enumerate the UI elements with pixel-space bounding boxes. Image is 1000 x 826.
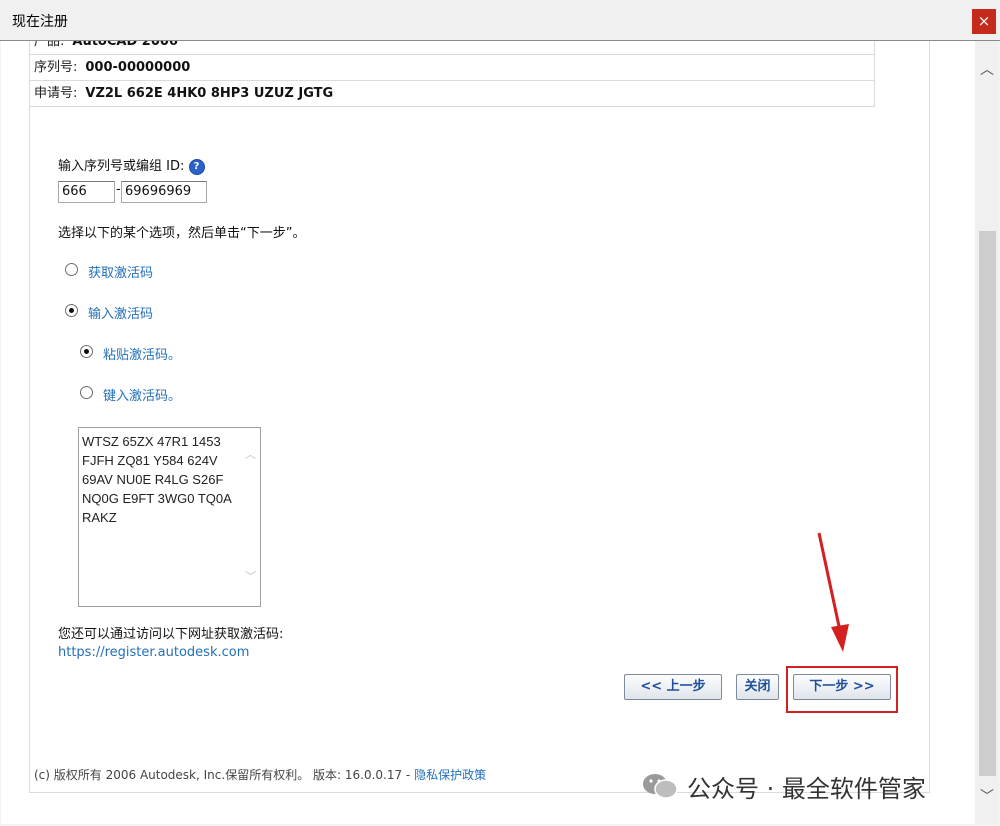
close-window-button[interactable]: × xyxy=(972,9,996,34)
info-value: VZ2L 662E 4HK0 8HP3 UZUZ JGTG xyxy=(85,86,334,101)
info-row-request-code: 申请号: VZ2L 662E 4HK0 8HP3 UZUZ JGTG xyxy=(29,81,875,107)
type-code-radio[interactable] xyxy=(80,386,93,399)
type-code-label[interactable]: 键入激活码。 xyxy=(103,385,181,404)
serial-label: 输入序列号或编组 ID: xyxy=(58,159,185,174)
info-label: 申请号: xyxy=(34,86,78,101)
paste-code-radio[interactable] xyxy=(80,345,93,358)
instruction-text: 选择以下的某个选项，然后单击“下一步”。 xyxy=(58,226,306,241)
window-title: 现在注册 xyxy=(12,14,68,30)
window-scrollbar[interactable]: ︿ ﹀ xyxy=(975,41,999,824)
activation-code-textarea[interactable]: WTSZ 65ZX 47R1 1453 FJFH ZQ81 Y584 624V … xyxy=(78,427,261,607)
enter-code-radio[interactable] xyxy=(65,304,78,317)
wechat-icon xyxy=(643,774,678,799)
serial-prefix-input[interactable]: 666 xyxy=(58,181,115,203)
product-info-table: 产品: AutoCAD 2006 序列号: 000-00000000 申请号: VZ2… xyxy=(29,41,875,107)
visit-text: 您还可以通过访问以下网址获取激活码: xyxy=(58,627,284,642)
copyright-text: (c) 版权所有 2006 Autodesk, Inc.保留所有权利。 版本: … xyxy=(34,768,415,782)
help-icon[interactable]: ? xyxy=(188,158,205,175)
activation-code-text: WTSZ 65ZX 47R1 1453 FJFH ZQ81 Y584 624V … xyxy=(82,434,232,525)
chevron-up-icon[interactable]: ︿ xyxy=(980,59,994,79)
get-code-label[interactable]: 获取激活码 xyxy=(88,262,153,281)
textarea-scrollbar[interactable]: ︿ ﹀ xyxy=(242,428,260,606)
info-value: AutoCAD 2006 xyxy=(72,41,178,49)
register-url-link[interactable]: https://register.autodesk.com xyxy=(58,645,249,660)
info-row-serial: 序列号: 000-00000000 xyxy=(29,55,875,81)
serial-separator: - xyxy=(116,182,121,197)
title-bar: 现在注册 × xyxy=(0,0,1000,41)
serial-number-input[interactable]: 69696969 xyxy=(121,181,207,203)
next-button-highlight xyxy=(786,666,898,713)
info-value: 000-00000000 xyxy=(85,60,191,75)
enter-code-label[interactable]: 输入激活码 xyxy=(88,303,153,322)
watermark-text: 公众号 · 最全软件管家 xyxy=(687,775,926,803)
dialog-content: 产品: AutoCAD 2006 序列号: 000-00000000 申请号: VZ2… xyxy=(1,41,975,824)
scrollbar-thumb[interactable] xyxy=(979,231,996,776)
info-label: 产品: xyxy=(34,41,65,49)
footer: (c) 版权所有 2006 Autodesk, Inc.保留所有权利。 版本: … xyxy=(34,766,486,783)
info-label: 序列号: xyxy=(34,60,78,75)
chevron-down-icon[interactable]: ﹀ xyxy=(980,786,994,806)
privacy-policy-link[interactable]: 隐私保护政策 xyxy=(414,768,486,782)
back-button[interactable]: << 上一步 xyxy=(624,674,722,700)
close-button[interactable]: 关闭 xyxy=(736,674,779,700)
chevron-down-icon[interactable]: ﹀ xyxy=(245,568,256,584)
serial-label-row: 输入序列号或编组 ID: ? xyxy=(58,155,205,175)
get-code-radio[interactable] xyxy=(65,263,78,276)
chevron-up-icon[interactable]: ︿ xyxy=(245,446,256,462)
info-row-product: 产品: AutoCAD 2006 xyxy=(29,41,875,55)
arrow-annotation xyxy=(817,532,849,652)
paste-code-label[interactable]: 粘贴激活码。 xyxy=(103,344,181,363)
